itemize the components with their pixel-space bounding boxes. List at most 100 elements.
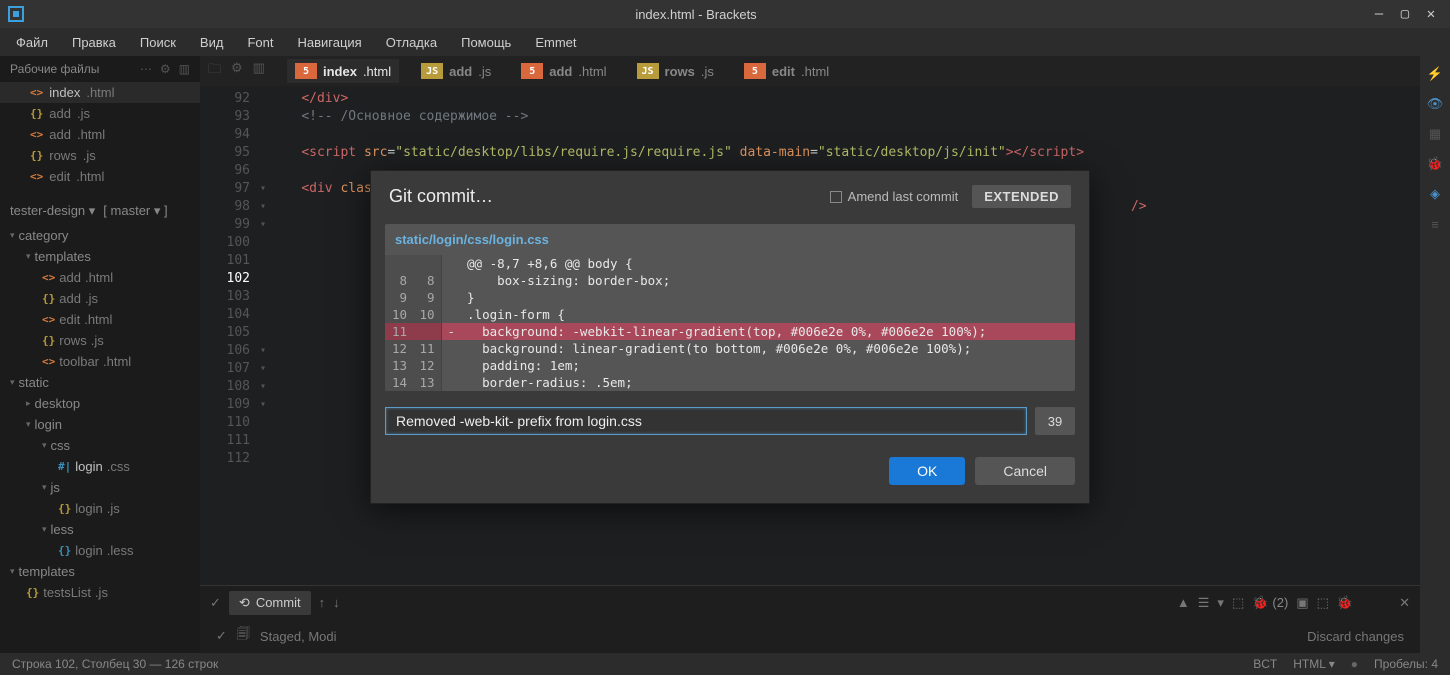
- menu-помощь[interactable]: Помощь: [457, 33, 515, 52]
- project-selector[interactable]: tester-design ▾: [10, 203, 95, 219]
- fold-icon[interactable]: ▾: [260, 180, 266, 198]
- menu-правка[interactable]: Правка: [68, 33, 120, 52]
- diff-new-no: 9: [413, 289, 441, 306]
- file-name: login: [75, 501, 102, 516]
- tb-triangle-icon[interactable]: ▲: [1177, 595, 1190, 610]
- staged-copy-icon[interactable]: 🗐: [237, 625, 250, 647]
- tree-file-add[interactable]: <>add.html: [0, 267, 200, 288]
- tab-base: add: [449, 64, 472, 79]
- fold-icon[interactable]: ▾: [260, 378, 266, 396]
- working-file-add[interactable]: <>add.html: [0, 124, 200, 145]
- tree-folder-static[interactable]: ▾static: [0, 372, 200, 393]
- working-file-add[interactable]: {}add.js: [0, 103, 200, 124]
- tb-tag-icon[interactable]: ⬚: [1232, 595, 1244, 611]
- tab-index[interactable]: 5index.html: [287, 59, 399, 83]
- tree-folder-templates[interactable]: ▾templates: [0, 246, 200, 267]
- tb-hamburger-icon[interactable]: ☰: [1198, 595, 1210, 611]
- extended-button[interactable]: EXTENDED: [972, 185, 1071, 208]
- cancel-button[interactable]: Cancel: [975, 457, 1075, 485]
- working-file-index[interactable]: <>index.html: [0, 82, 200, 103]
- discard-changes-link[interactable]: Discard changes: [1307, 629, 1404, 644]
- tab-add[interactable]: JSadd.js: [413, 59, 499, 83]
- tab-base: index: [323, 64, 357, 79]
- diff-mark: [441, 306, 461, 323]
- bug-badge[interactable]: 🐞 (2): [1252, 595, 1288, 611]
- fold-icon[interactable]: ▾: [260, 216, 266, 234]
- tree-file-rows[interactable]: {}rows.js: [0, 330, 200, 351]
- tree-folder-desktop[interactable]: ▸desktop: [0, 393, 200, 414]
- tab-rows[interactable]: JSrows.js: [629, 59, 722, 83]
- tree-file-login[interactable]: {}login.less: [0, 540, 200, 561]
- fold-icon[interactable]: ▾: [260, 198, 266, 216]
- tree-folder-css[interactable]: ▾css: [0, 435, 200, 456]
- fold-icon[interactable]: ▾: [260, 342, 266, 360]
- bolt-icon[interactable]: ⚡: [1425, 64, 1445, 84]
- tab-base: rows: [665, 64, 695, 79]
- tree-file-add[interactable]: {}add.js: [0, 288, 200, 309]
- tree-file-toolbar[interactable]: <>toolbar.html: [0, 351, 200, 372]
- status-indent[interactable]: Пробелы: 4: [1374, 657, 1438, 671]
- wf-split-icon[interactable]: ▥: [179, 62, 190, 76]
- line-number: 102: [200, 270, 250, 288]
- menu-поиск[interactable]: Поиск: [136, 33, 180, 52]
- git-check-icon[interactable]: ✓: [210, 595, 221, 611]
- tree-folder-js[interactable]: ▾js: [0, 477, 200, 498]
- menu-навигация[interactable]: Навигация: [293, 33, 365, 52]
- eye-icon[interactable]: 👁: [1425, 94, 1445, 114]
- tab-edit[interactable]: 5edit.html: [736, 59, 837, 83]
- beetle-icon[interactable]: 🐞: [1425, 154, 1445, 174]
- menu-отладка[interactable]: Отладка: [382, 33, 441, 52]
- tree-file-login[interactable]: #|login.css: [0, 456, 200, 477]
- status-encoding[interactable]: BCT: [1253, 657, 1277, 671]
- wf-options-icon[interactable]: ⋯: [140, 62, 152, 76]
- tree-folder-login[interactable]: ▾login: [0, 414, 200, 435]
- diff-mark: [441, 272, 461, 289]
- amend-label: Amend last commit: [848, 189, 959, 204]
- tb-panel-icon[interactable]: ▣: [1296, 595, 1308, 611]
- menu-emmet[interactable]: Emmet: [531, 33, 580, 52]
- git-icon[interactable]: ◈: [1425, 184, 1445, 204]
- minimize-button[interactable]: —: [1372, 7, 1386, 21]
- tb-down-icon[interactable]: ▾: [1217, 595, 1224, 611]
- working-file-rows[interactable]: {}rows.js: [0, 145, 200, 166]
- diff-file-path[interactable]: static/login/css/login.css: [385, 224, 1075, 255]
- ok-button[interactable]: OK: [889, 457, 965, 485]
- status-language[interactable]: HTML ▾: [1293, 657, 1335, 671]
- commit-message-input[interactable]: [385, 407, 1027, 435]
- menu-файл[interactable]: Файл: [12, 33, 52, 52]
- tree-folder-less[interactable]: ▾less: [0, 519, 200, 540]
- fold-icon[interactable]: ▾: [260, 360, 266, 378]
- tree-file-testsList[interactable]: {}testsList.js: [0, 582, 200, 603]
- wf-gear-icon[interactable]: ⚙: [160, 62, 171, 76]
- git-down-icon[interactable]: ↓: [333, 595, 340, 610]
- brackets-app-icon: [8, 6, 24, 22]
- tree-file-login[interactable]: {}login.js: [0, 498, 200, 519]
- working-file-edit[interactable]: <>edit.html: [0, 166, 200, 187]
- tab-gear-icon[interactable]: ⚙: [231, 60, 243, 82]
- amend-last-commit[interactable]: Amend last commit: [830, 189, 959, 204]
- tab-folder-icon[interactable]: 🗀: [208, 60, 221, 82]
- stack-icon[interactable]: ≡: [1425, 214, 1445, 234]
- status-lint-dot[interactable]: ●: [1351, 657, 1358, 671]
- fold-icon[interactable]: ▾: [260, 396, 266, 414]
- amend-checkbox[interactable]: [830, 191, 842, 203]
- staged-check-icon[interactable]: ✓: [216, 628, 227, 644]
- git-up-icon[interactable]: ↑: [319, 595, 326, 610]
- tb-bug2-icon[interactable]: 🐞: [1337, 595, 1353, 611]
- close-button[interactable]: ✕: [1424, 7, 1438, 21]
- tb-close-icon[interactable]: ✕: [1399, 595, 1410, 611]
- menu-вид[interactable]: Вид: [196, 33, 228, 52]
- brick-icon[interactable]: ▦: [1425, 124, 1445, 144]
- tab-add[interactable]: 5add.html: [513, 59, 614, 83]
- commit-button[interactable]: ⟲ Commit: [229, 591, 311, 615]
- tree-folder-category[interactable]: ▾category: [0, 225, 200, 246]
- tree-folder-templates[interactable]: ▾templates: [0, 561, 200, 582]
- working-files-header: Рабочие файлы ⋯ ⚙ ▥: [0, 56, 200, 82]
- menu-font[interactable]: Font: [243, 33, 277, 52]
- tb-bars-icon[interactable]: ⬚: [1317, 595, 1329, 611]
- tab-type-icon: JS: [637, 63, 659, 79]
- tab-split-icon[interactable]: ▥: [253, 60, 265, 82]
- maximize-button[interactable]: ▢: [1398, 7, 1412, 21]
- branch-selector[interactable]: [ master ▾ ]: [103, 203, 167, 219]
- tree-file-edit[interactable]: <>edit.html: [0, 309, 200, 330]
